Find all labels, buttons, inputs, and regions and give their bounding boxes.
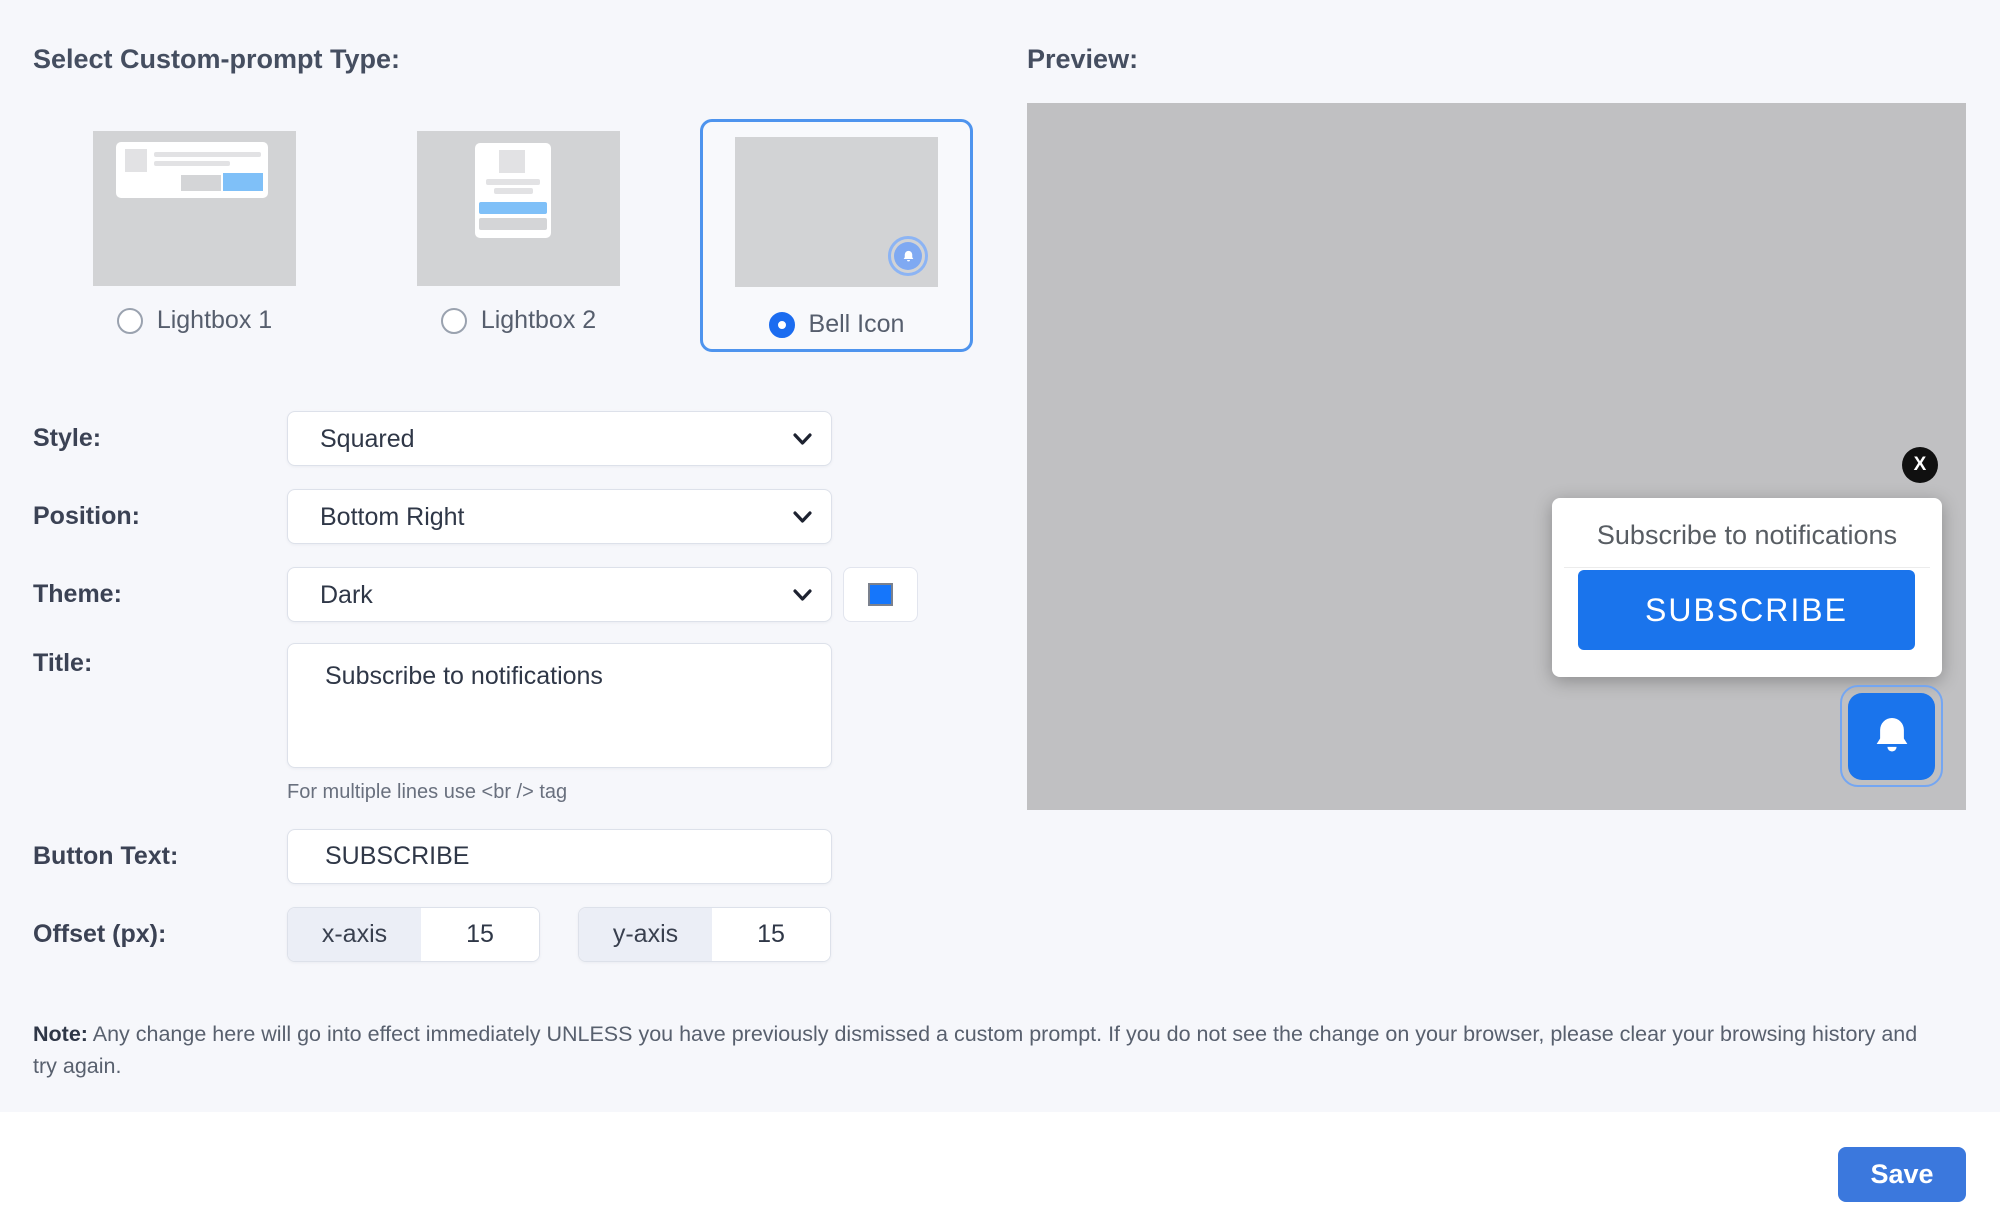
mock-cancel-button xyxy=(181,175,221,191)
title-helper-text: For multiple lines use <br /> tag xyxy=(287,781,567,804)
offset-x-group: x-axis xyxy=(287,907,540,962)
lightbox2-thumbnail[interactable] xyxy=(417,131,620,286)
preview-popup: Subscribe to notifications SUBSCRIBE xyxy=(1552,498,1942,677)
mock-bell-badge xyxy=(888,236,928,276)
lightbox1-radio[interactable] xyxy=(117,308,143,334)
position-label: Position: xyxy=(33,489,140,544)
title-label: Title: xyxy=(33,649,92,678)
popup-divider xyxy=(1564,567,1930,568)
note-text: Note: Any change here will go into effec… xyxy=(33,1018,1940,1082)
close-icon: X xyxy=(1914,454,1927,476)
offset-x-label: x-axis xyxy=(288,908,421,961)
offset-y-label: y-axis xyxy=(579,908,712,961)
mock-text-bar xyxy=(486,179,540,185)
mock-icon-placeholder xyxy=(125,149,147,172)
mock-cancel-button xyxy=(479,218,547,230)
save-button[interactable]: Save xyxy=(1838,1147,1966,1202)
preview-popup-title: Subscribe to notifications xyxy=(1552,520,1942,551)
theme-select[interactable]: Dark xyxy=(287,567,832,622)
color-swatch-icon xyxy=(868,583,893,606)
mock-allow-button xyxy=(223,173,263,191)
offset-label: Offset (px): xyxy=(33,907,166,962)
note-prefix: Note: xyxy=(33,1022,88,1046)
preview-bell-button[interactable] xyxy=(1848,693,1935,780)
mock-icon-placeholder xyxy=(499,150,525,173)
preview-subscribe-button[interactable]: SUBSCRIBE xyxy=(1578,570,1915,650)
mock-text-bar xyxy=(494,188,533,194)
bell-icon-radio[interactable] xyxy=(769,312,795,338)
preview-close-button[interactable]: X xyxy=(1902,447,1938,483)
style-select[interactable]: Squared xyxy=(287,411,832,466)
bell-launcher-ring xyxy=(1840,685,1943,787)
button-text-input[interactable] xyxy=(287,829,832,884)
theme-select-wrap: Dark xyxy=(287,567,832,622)
preview-heading: Preview: xyxy=(1027,44,1138,75)
theme-color-picker-button[interactable] xyxy=(843,567,918,622)
preview-area xyxy=(1027,103,1966,810)
prompt-type-heading: Select Custom-prompt Type: xyxy=(33,44,400,75)
prompt-type-option-lightbox1[interactable]: Lightbox 1 xyxy=(93,131,296,335)
mock-allow-button xyxy=(479,202,547,214)
bell-icon xyxy=(894,242,922,270)
style-label: Style: xyxy=(33,411,101,466)
lightbox2-label: Lightbox 2 xyxy=(481,306,596,335)
mock-text-bar xyxy=(154,152,261,157)
lightbox1-mock-card xyxy=(116,142,268,198)
prompt-type-option-lightbox2[interactable]: Lightbox 2 xyxy=(417,131,620,335)
mock-text-bar xyxy=(154,161,230,166)
lightbox1-thumbnail[interactable] xyxy=(93,131,296,286)
lightbox2-radio[interactable] xyxy=(441,308,467,334)
button-text-label: Button Text: xyxy=(33,829,178,884)
bell-icon xyxy=(1869,713,1915,759)
bell-icon-thumbnail[interactable] xyxy=(735,137,938,287)
bell-icon-label: Bell Icon xyxy=(809,310,905,339)
position-select[interactable]: Bottom Right xyxy=(287,489,832,544)
lightbox1-label: Lightbox 1 xyxy=(157,306,272,335)
offset-x-input[interactable] xyxy=(421,908,539,961)
offset-y-group: y-axis xyxy=(578,907,831,962)
title-textarea[interactable]: Subscribe to notifications xyxy=(287,643,832,768)
lightbox2-mock-card xyxy=(475,143,551,238)
theme-label: Theme: xyxy=(33,567,122,622)
style-select-wrap: Squared xyxy=(287,411,832,466)
position-select-wrap: Bottom Right xyxy=(287,489,832,544)
offset-y-input[interactable] xyxy=(712,908,830,961)
prompt-type-option-bell-icon[interactable]: Bell Icon xyxy=(700,119,973,352)
footer-bar xyxy=(0,1112,2000,1228)
note-body: Any change here will go into effect imme… xyxy=(33,1022,1917,1078)
